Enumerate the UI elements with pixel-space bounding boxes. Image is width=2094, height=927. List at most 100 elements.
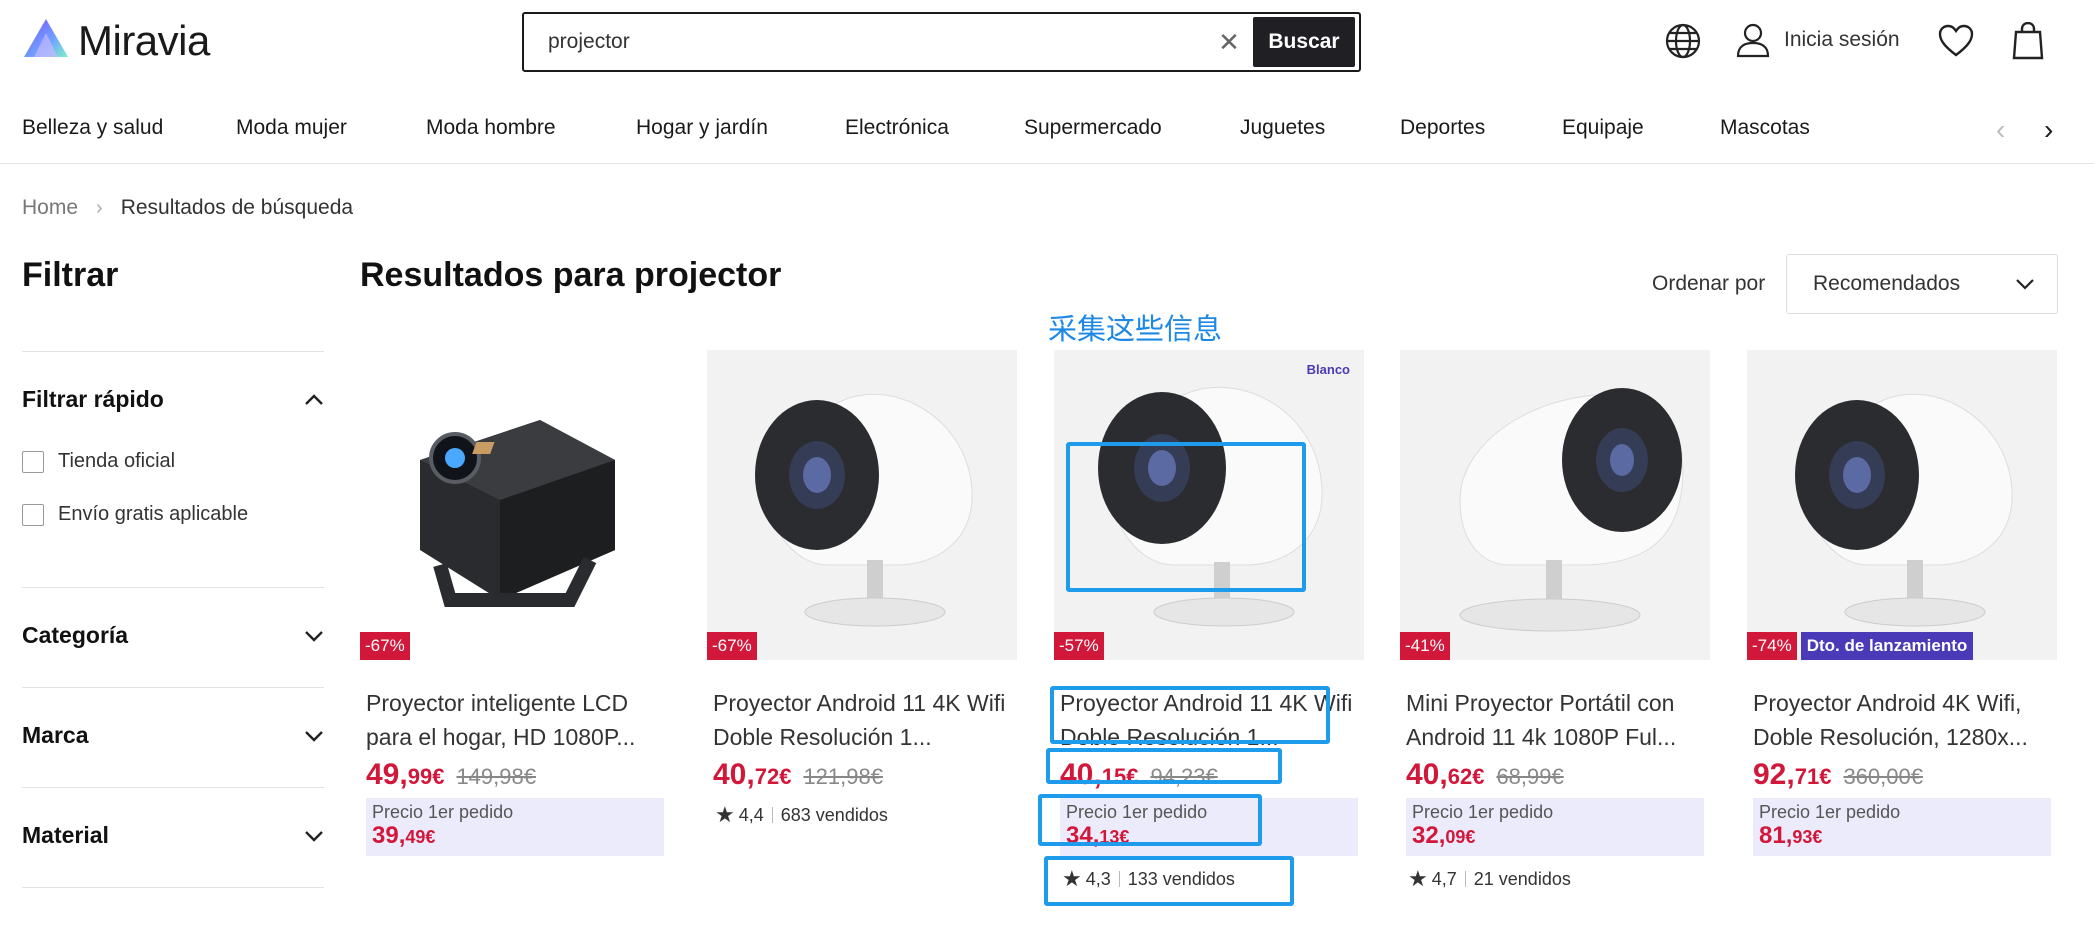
product-card[interactable]: -67% Proyector inteligente LCD para el h… <box>360 350 670 856</box>
rating-value: 4,4 <box>738 804 764 825</box>
old-price: 121,98€ <box>803 764 883 789</box>
badges: -67% <box>707 632 757 660</box>
rating-row: ★ 4,7 21 vendidos <box>1408 866 1704 892</box>
first-order-box: Precio 1er pedido 81,93€ <box>1753 798 2051 856</box>
annotation-box-title <box>1050 686 1330 744</box>
login-link[interactable]: Inicia sesión <box>1736 22 1900 58</box>
badges: -57% <box>1054 632 1104 660</box>
first-order-box: Precio 1er pedido 32,09€ <box>1406 798 1704 856</box>
nav-item-hogar[interactable]: Hogar y jardín <box>636 116 768 140</box>
color-tag: Blanco <box>1306 362 1350 377</box>
star-icon: ★ <box>1408 866 1428 891</box>
breadcrumb-home[interactable]: Home <box>22 196 78 220</box>
star-icon: ★ <box>715 802 735 827</box>
discount-badge: -74% <box>1747 632 1797 660</box>
product-title[interactable]: Proyector Android 4K Wifi, Doble Resoluc… <box>1753 686 2051 754</box>
chevron-down-icon <box>304 726 324 746</box>
badges: -41% <box>1400 632 1450 660</box>
nav-item-supermercado[interactable]: Supermercado <box>1024 116 1162 140</box>
sort-select[interactable]: Recomendados <box>1786 254 2058 314</box>
filter-title: Filtrar <box>22 256 119 294</box>
nav-item-moda-hombre[interactable]: Moda hombre <box>426 116 556 140</box>
nav-item-belleza[interactable]: Belleza y salud <box>22 116 163 140</box>
price-row: 40,62€ 68,99€ <box>1406 758 1704 792</box>
filter-option-free-shipping[interactable]: Envío gratis aplicable <box>22 503 248 526</box>
divider <box>22 687 324 688</box>
product-image[interactable]: -74% Dto. de lanzamiento <box>1747 350 2057 660</box>
chevron-down-icon <box>304 826 324 846</box>
filter-option-official-store[interactable]: Tienda oficial <box>22 450 175 473</box>
price: 40,72€ <box>713 758 792 791</box>
nav-item-juguetes[interactable]: Juguetes <box>1240 116 1325 140</box>
logo[interactable]: Miravia <box>22 17 210 65</box>
chevron-right-icon[interactable]: › <box>2044 114 2053 146</box>
chevron-down-icon <box>304 626 324 646</box>
divider <box>1464 871 1466 887</box>
divider <box>22 587 324 588</box>
rating-value: 4,7 <box>1431 868 1457 889</box>
chevron-left-icon[interactable]: ‹ <box>1996 114 2005 146</box>
search-button[interactable]: Buscar <box>1253 17 1355 67</box>
old-price: 68,99€ <box>1496 764 1564 789</box>
checkbox[interactable] <box>22 503 44 526</box>
sold-count: 21 vendidos <box>1473 868 1571 889</box>
filter-option-label: Tienda oficial <box>58 450 176 472</box>
results-title: Resultados para projector <box>360 256 782 294</box>
first-order-price: 39,49€ <box>372 822 436 849</box>
chevron-right-icon: › <box>96 196 103 219</box>
product-card[interactable]: -41% Mini Proyector Portátil con Android… <box>1400 350 1710 892</box>
chevron-down-icon <box>2015 272 2035 296</box>
divider <box>22 787 324 788</box>
product-image[interactable]: -67% <box>360 350 670 660</box>
product-card[interactable]: -67% Proyector Android 11 4K Wifi Doble … <box>707 350 1017 828</box>
nav-item-moda-mujer[interactable]: Moda mujer <box>236 116 347 140</box>
material-filter-toggle[interactable]: Material <box>22 822 324 849</box>
nav-item-mascotas[interactable]: Mascotas <box>1720 116 1810 140</box>
heart-icon[interactable] <box>1938 24 1974 63</box>
nav-item-deportes[interactable]: Deportes <box>1400 116 1485 140</box>
search-input[interactable] <box>524 14 1205 70</box>
badges: -67% <box>360 632 410 660</box>
first-order-price: 81,93€ <box>1759 822 1823 849</box>
product-title[interactable]: Mini Proyector Portátil con Android 11 4… <box>1406 686 1704 754</box>
quick-filter-toggle[interactable]: Filtrar rápido <box>22 386 324 413</box>
price: 49,99€ <box>366 758 445 791</box>
search-bar: ✕ Buscar <box>522 12 1361 72</box>
nav-item-electronica[interactable]: Electrónica <box>845 116 949 140</box>
first-order-price: 32,09€ <box>1412 822 1476 849</box>
material-filter-title: Material <box>22 822 109 848</box>
checkbox[interactable] <box>22 450 44 473</box>
discount-badge: -41% <box>1400 632 1450 660</box>
nav-item-equipaje[interactable]: Equipaje <box>1562 116 1644 140</box>
annotation-box-first-order <box>1038 794 1262 846</box>
category-nav: Belleza y salud Moda mujer Moda hombre H… <box>0 100 2094 164</box>
brand-filter-toggle[interactable]: Marca <box>22 722 324 749</box>
price-row: 49,99€ 149,98€ <box>366 758 664 792</box>
first-order-label: Precio 1er pedido <box>372 802 514 822</box>
discount-badge: -57% <box>1054 632 1104 660</box>
header: Miravia ✕ Buscar Inicia sesión <box>0 0 2094 86</box>
shopping-bag-icon[interactable] <box>2012 21 2044 65</box>
product-image[interactable]: -67% <box>707 350 1017 660</box>
price-row: 92,71€ 360,00€ <box>1753 758 2051 792</box>
price: 40,62€ <box>1406 758 1485 791</box>
brand-name: Miravia <box>78 17 210 64</box>
divider <box>22 351 324 352</box>
annotation-box-rating <box>1044 856 1294 906</box>
product-title[interactable]: Proyector Android 11 4K Wifi Doble Resol… <box>713 686 1011 754</box>
category-filter-toggle[interactable]: Categoría <box>22 622 324 649</box>
globe-icon[interactable] <box>1664 22 1702 65</box>
close-icon[interactable]: ✕ <box>1205 14 1253 70</box>
first-order-label: Precio 1er pedido <box>1412 802 1554 822</box>
product-card[interactable]: -74% Dto. de lanzamiento Proyector Andro… <box>1747 350 2057 856</box>
launch-badge: Dto. de lanzamiento <box>1800 632 1974 660</box>
product-title[interactable]: Proyector inteligente LCD para el hogar,… <box>366 686 664 754</box>
miravia-logo-icon <box>24 19 68 57</box>
badges: -74% Dto. de lanzamiento <box>1747 632 1974 660</box>
brand-filter-title: Marca <box>22 722 89 748</box>
divider <box>771 807 773 823</box>
product-image[interactable]: -41% <box>1400 350 1710 660</box>
divider <box>22 887 324 888</box>
old-price: 149,98€ <box>456 764 536 789</box>
sort-label: Ordenar por <box>1652 272 1766 295</box>
